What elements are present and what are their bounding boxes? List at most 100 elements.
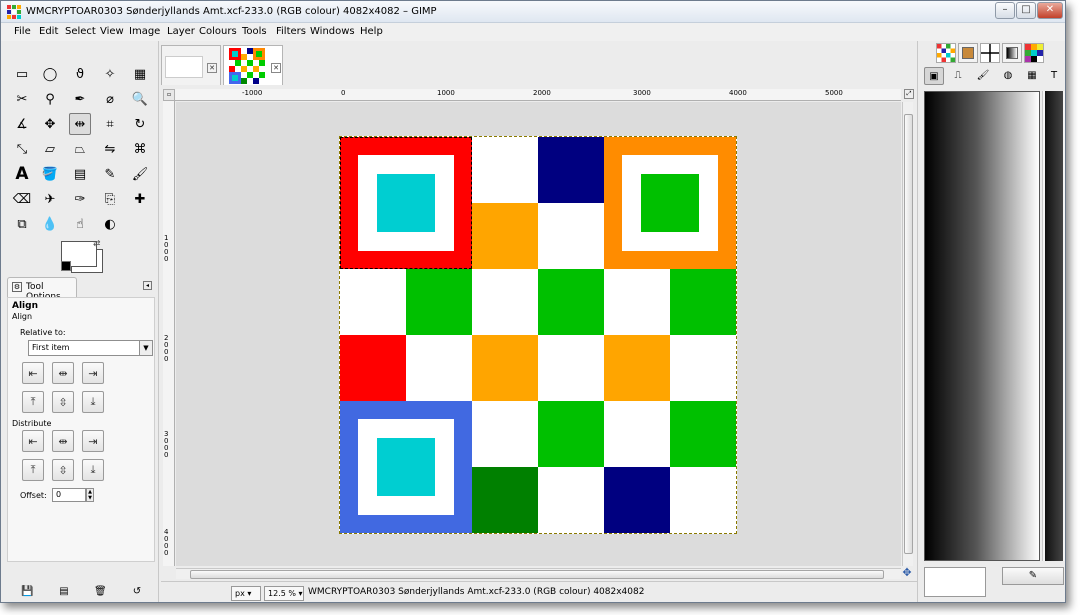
menu-help[interactable]: Help (360, 26, 383, 37)
distribute-center-horizontal-button[interactable]: ⇹ (52, 430, 74, 452)
horizontal-scrollbar-thumb[interactable] (190, 570, 884, 579)
menu-image[interactable]: Image (129, 26, 160, 37)
image-tab-mosaic[interactable]: ✕ (223, 45, 283, 85)
reset-tool-options-icon[interactable]: ↺ (131, 586, 143, 598)
distribute-bottom-button[interactable]: ⤓ (82, 459, 104, 481)
align-top-edge-button[interactable]: ⤒ (22, 391, 44, 413)
bucket-fill-tool-icon[interactable]: 🪣 (39, 163, 61, 185)
paths-tool-icon[interactable]: ✒ (69, 88, 91, 110)
shear-tool-icon[interactable]: ▱ (39, 138, 61, 160)
maximize-button[interactable]: □ (1016, 2, 1036, 19)
align-tool-icon[interactable]: ⇹ (69, 113, 91, 135)
heal-tool-icon[interactable]: ✚ (129, 188, 151, 210)
ink-tool-icon[interactable]: ✑ (69, 188, 91, 210)
by-color-select-tool-icon[interactable]: ▦ (129, 63, 151, 85)
pencil-tool-icon[interactable]: ✎ (99, 163, 121, 185)
eraser-tool-icon[interactable]: ⌫ (11, 188, 33, 210)
scale-tool-icon[interactable]: ⤡ (11, 138, 33, 160)
gradient-preview[interactable] (924, 91, 1040, 561)
menu-filters[interactable]: Filters (276, 26, 306, 37)
image-tab-blank[interactable]: ✕ (161, 45, 221, 85)
close-tab-icon[interactable]: ✕ (271, 63, 281, 73)
distribute-right-button[interactable]: ⇥ (82, 430, 104, 452)
align-left-edge-button[interactable]: ⇤ (22, 362, 44, 384)
stamp-icon[interactable]: ⎍ (948, 67, 968, 85)
smudge-tool-icon[interactable]: ☝ (69, 213, 91, 235)
palettes-tab[interactable] (1024, 43, 1044, 63)
image-canvas[interactable] (339, 136, 737, 534)
close-tab-icon[interactable]: ✕ (207, 63, 217, 73)
close-button[interactable]: ✕ (1037, 2, 1063, 19)
navigate-icon[interactable]: ✥ (901, 567, 913, 579)
gradients-tab[interactable] (1002, 43, 1022, 63)
tool-options-tab[interactable]: ⚙ Tool Options (7, 277, 77, 302)
distribute-middle-vertical-button[interactable]: ⇳ (52, 459, 74, 481)
perspective-tool-icon[interactable]: ⏢ (69, 138, 91, 160)
color-picker-tool-icon[interactable]: ⌀ (99, 88, 121, 110)
menu-select[interactable]: Select (65, 26, 96, 37)
move-tool-icon[interactable]: ✥ (39, 113, 61, 135)
scissors-select-tool-icon[interactable]: ✂ (11, 88, 33, 110)
menu-windows[interactable]: Windows (310, 26, 355, 37)
distribute-top-button[interactable]: ⤒ (22, 459, 44, 481)
color-palette-icon[interactable]: ▦ (1022, 67, 1042, 85)
paintbrush-icon[interactable]: 🖌 (973, 67, 993, 85)
dodge-burn-tool-icon[interactable]: ◐ (99, 213, 121, 235)
align-middle-vertical-button[interactable]: ⇳ (52, 391, 74, 413)
offset-input[interactable]: 0 (52, 488, 86, 502)
distribute-left-button[interactable]: ⇤ (22, 430, 44, 452)
menu-file[interactable]: File (14, 26, 31, 37)
dock-scrollbar-thumb[interactable] (1045, 91, 1063, 561)
color-wheel-icon[interactable]: ◍ (998, 67, 1018, 85)
text-icon[interactable]: T (1044, 67, 1064, 85)
vertical-scrollbar[interactable] (902, 102, 913, 566)
vertical-scrollbar-thumb[interactable] (904, 114, 913, 554)
swap-colors-icon[interactable]: ⇄ (93, 239, 101, 249)
restore-tool-options-icon[interactable]: ▤ (58, 586, 70, 598)
flip-tool-icon[interactable]: ⇋ (99, 138, 121, 160)
menu-view[interactable]: View (100, 26, 124, 37)
dock-scrollbar[interactable] (1042, 91, 1065, 561)
zoom-image-when-window-resized-icon[interactable]: ⤢ (904, 89, 914, 99)
blend-tool-icon[interactable]: ▤ (69, 163, 91, 185)
quick-mask-toggle[interactable]: ▫ (163, 89, 175, 101)
tab-menu-icon[interactable]: ◂ (143, 281, 152, 290)
fuzzy-select-tool-icon[interactable]: ✧ (99, 63, 121, 85)
paintbrush-tool-icon[interactable]: 🖌 (129, 163, 151, 185)
dock-preview-box[interactable] (924, 567, 986, 597)
images-tab[interactable] (958, 43, 978, 63)
align-center-horizontal-button[interactable]: ⇹ (52, 362, 74, 384)
airbrush-tool-icon[interactable]: ✈ (39, 188, 61, 210)
rect-select-tool-icon[interactable]: ▭ (11, 63, 33, 85)
save-tool-options-icon[interactable]: 💾 (21, 586, 33, 598)
minimize-button[interactable]: – (995, 2, 1015, 19)
foreground-select-tool-icon[interactable]: ⚲ (39, 88, 61, 110)
horizontal-scrollbar[interactable] (176, 568, 901, 579)
ellipse-select-tool-icon[interactable]: ◯ (39, 63, 61, 85)
patterns-tab[interactable] (936, 43, 956, 63)
blur-tool-icon[interactable]: 💧 (39, 213, 61, 235)
menu-layer[interactable]: Layer (167, 26, 195, 37)
menu-tools[interactable]: Tools (242, 26, 267, 37)
menu-edit[interactable]: Edit (39, 26, 58, 37)
zoom-select[interactable]: 12.5 % ▾ (264, 586, 304, 601)
delete-tool-options-icon[interactable]: 🗑 (94, 586, 107, 598)
text-tool-icon[interactable]: A (11, 163, 33, 185)
brush-dock-icon[interactable]: ▣ (924, 67, 944, 85)
relative-to-select[interactable]: First item ▼ (28, 340, 153, 356)
default-colors-icon[interactable] (61, 261, 71, 271)
crop-tool-icon[interactable]: ⌗ (99, 113, 121, 135)
zoom-tool-icon[interactable]: 🔍 (129, 88, 151, 110)
rotate-tool-icon[interactable]: ↻ (129, 113, 151, 135)
offset-stepper[interactable]: ▲ ▼ (86, 488, 94, 502)
align-bottom-edge-button[interactable]: ⤓ (82, 391, 104, 413)
unit-select[interactable]: px ▾ (231, 586, 261, 601)
edit-gradient-button[interactable]: ✎ (1002, 567, 1064, 585)
cage-transform-tool-icon[interactable]: ⌘ (129, 138, 151, 160)
menu-colours[interactable]: Colours (199, 26, 237, 37)
clone-tool-icon[interactable]: ⎘ (99, 188, 121, 210)
brushes-tab[interactable] (980, 43, 1000, 63)
measure-tool-icon[interactable]: ∡ (11, 113, 33, 135)
align-right-edge-button[interactable]: ⇥ (82, 362, 104, 384)
free-select-tool-icon[interactable]: ϑ (69, 63, 91, 85)
